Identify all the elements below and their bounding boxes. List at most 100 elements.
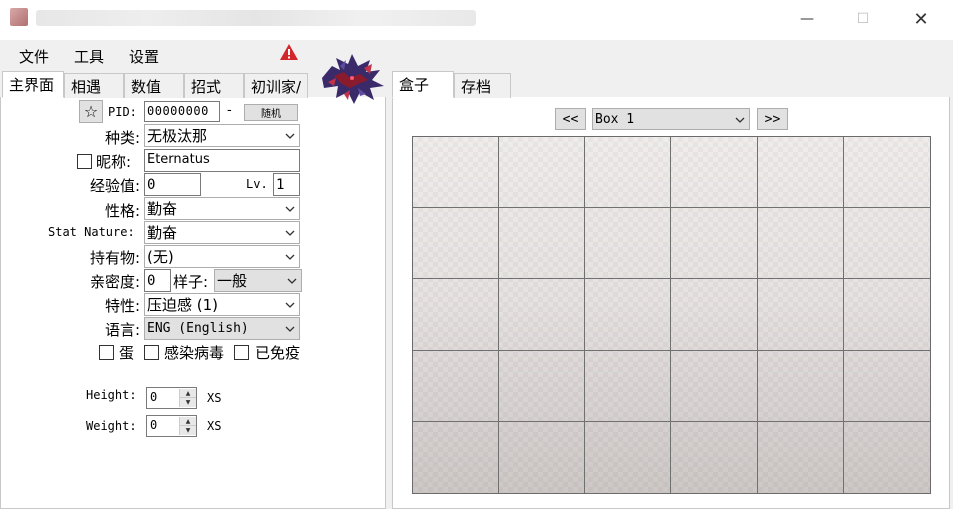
box-slot[interactable]: [757, 137, 844, 209]
language-select[interactable]: ENG (English): [144, 317, 300, 340]
stepper-down-icon[interactable]: ▼: [180, 426, 196, 435]
form-select[interactable]: 一般: [214, 269, 302, 292]
level-input[interactable]: 1: [273, 173, 300, 196]
box-slot[interactable]: [671, 350, 758, 422]
box-slot[interactable]: [499, 421, 586, 493]
cured-checkbox[interactable]: [234, 345, 249, 360]
height-stepper-buttons: ▲ ▼: [179, 389, 196, 407]
pid-label: PID:: [108, 105, 137, 119]
box-slot[interactable]: [585, 350, 672, 422]
tab-saves[interactable]: 存档: [454, 73, 511, 98]
menu-file[interactable]: 文件: [19, 46, 49, 67]
box-slot[interactable]: [413, 137, 500, 209]
box-next-button[interactable]: >>: [757, 108, 788, 130]
box-slot[interactable]: [757, 279, 844, 351]
box-slot[interactable]: [671, 208, 758, 280]
nature-select[interactable]: 勤奋: [144, 197, 300, 220]
box-slot[interactable]: [585, 279, 672, 351]
box-slot[interactable]: [758, 421, 844, 493]
egg-label: 蛋: [119, 344, 135, 362]
box-select[interactable]: Box 1: [592, 108, 750, 130]
reroll-pid-button[interactable]: 随机: [244, 104, 298, 121]
stepper-up-icon[interactable]: ▲: [180, 417, 196, 426]
chevron-down-icon: [287, 278, 297, 284]
pokemon-sprite-eternatus: [322, 54, 384, 104]
weight-label: Weight:: [86, 419, 137, 433]
menu-tools[interactable]: 工具: [74, 46, 104, 67]
friendship-input[interactable]: 0: [144, 269, 171, 292]
box-slot[interactable]: [499, 279, 586, 351]
level-label: Lv.: [246, 177, 268, 191]
friendship-label: 亲密度:: [89, 273, 140, 291]
window-title-blurred: [36, 10, 476, 26]
box-slot[interactable]: [843, 137, 930, 209]
weight-stepper-buttons: ▲ ▼: [179, 417, 196, 435]
app-icon: [10, 8, 28, 26]
exp-label: 经验值:: [89, 177, 140, 195]
star-icon[interactable]: ☆: [79, 100, 103, 123]
box-slot[interactable]: [585, 208, 672, 280]
nature-value: 勤奋: [147, 200, 178, 218]
box-slot[interactable]: [844, 422, 930, 493]
pokerus-checkbox[interactable]: [144, 345, 159, 360]
tab-moves[interactable]: 招式: [184, 73, 244, 98]
height-value: 0: [150, 390, 158, 404]
tab-encounter[interactable]: 相遇: [64, 73, 124, 98]
species-select[interactable]: 无极汰那: [144, 124, 300, 147]
box-slot[interactable]: [585, 421, 672, 493]
tab-box[interactable]: 盒子: [392, 71, 454, 98]
stat-nature-select[interactable]: 勤奋: [144, 221, 300, 244]
box-slot[interactable]: [843, 279, 930, 351]
box-select-value: Box 1: [595, 112, 635, 127]
ability-value: 压迫感 (1): [147, 296, 219, 314]
chevron-down-icon: [285, 133, 295, 139]
pid-input[interactable]: 00000000: [144, 101, 220, 122]
box-slot[interactable]: [757, 208, 844, 280]
cured-label: 已免疫: [255, 344, 301, 362]
held-item-value: (无): [147, 248, 174, 266]
stepper-down-icon[interactable]: ▼: [180, 398, 196, 407]
box-slot[interactable]: [413, 208, 500, 280]
box-slot[interactable]: [413, 350, 500, 422]
box-slot[interactable]: [499, 350, 586, 422]
weight-stepper[interactable]: 0 ▲ ▼: [146, 415, 197, 437]
tab-stats[interactable]: 数值: [124, 73, 184, 98]
tab-ot[interactable]: 初训家/: [244, 73, 308, 98]
height-size-label: XS: [207, 391, 222, 405]
weight-value: 0: [150, 418, 158, 432]
form-value: 一般: [217, 272, 248, 290]
ability-select[interactable]: 压迫感 (1): [144, 293, 300, 316]
box-slot[interactable]: [671, 421, 758, 493]
nature-label: 性格:: [104, 202, 140, 220]
nickname-input[interactable]: Eternatus: [144, 149, 300, 172]
exp-input[interactable]: 0: [144, 173, 201, 196]
box-slot[interactable]: [671, 279, 758, 351]
box-slot[interactable]: [585, 137, 672, 209]
menu-settings[interactable]: 设置: [129, 46, 159, 67]
close-button[interactable]: ✕: [898, 4, 944, 34]
box-slot[interactable]: [413, 279, 500, 351]
box-slot[interactable]: [843, 351, 930, 422]
chevron-down-icon: [285, 206, 295, 212]
minimize-button[interactable]: —: [784, 4, 830, 34]
nickname-checkbox[interactable]: [77, 154, 92, 169]
box-prev-button[interactable]: <<: [555, 108, 586, 130]
weight-size-label: XS: [207, 419, 222, 433]
box-slot[interactable]: [499, 208, 586, 280]
height-stepper[interactable]: 0 ▲ ▼: [146, 387, 197, 409]
maximize-button[interactable]: ☐: [840, 4, 886, 34]
ability-label: 特性:: [104, 297, 140, 315]
box-slot[interactable]: [413, 421, 500, 493]
chevron-down-icon: [285, 302, 295, 308]
form-label: 样子:: [173, 273, 209, 291]
box-slot[interactable]: [499, 137, 586, 209]
held-item-select[interactable]: (无): [144, 245, 300, 268]
box-slot[interactable]: [843, 208, 930, 280]
language-value: ENG (English): [147, 321, 249, 336]
egg-checkbox[interactable]: [99, 345, 114, 360]
warning-icon[interactable]: [279, 43, 299, 61]
stepper-up-icon[interactable]: ▲: [180, 389, 196, 398]
box-slot[interactable]: [757, 350, 844, 422]
tab-main[interactable]: 主界面: [2, 71, 64, 98]
box-slot[interactable]: [671, 137, 758, 209]
